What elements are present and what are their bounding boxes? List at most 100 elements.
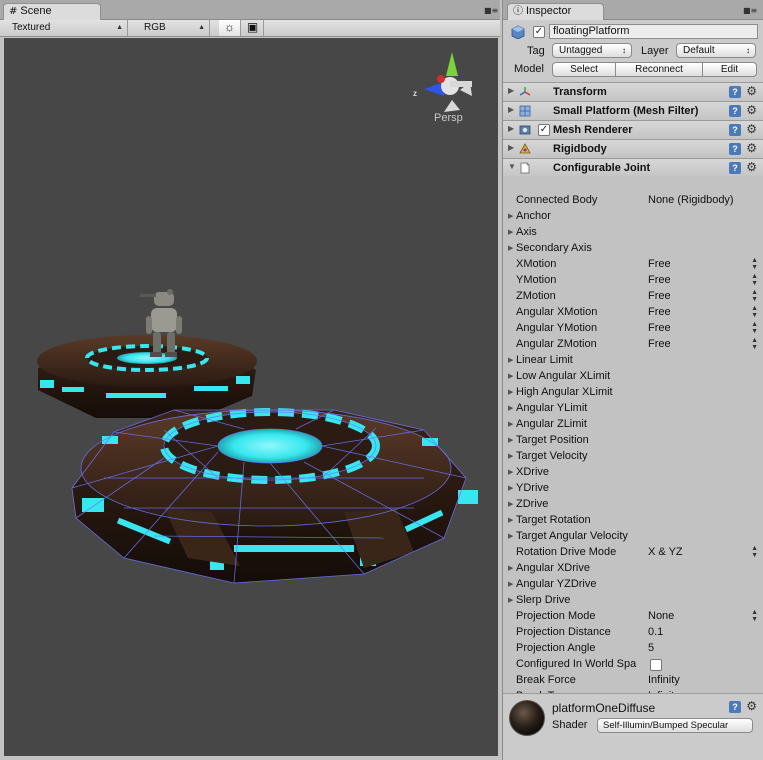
property-label[interactable]: Angular ZLimit — [508, 418, 587, 430]
mesh-renderer-enabled-checkbox[interactable]: ✓ — [538, 124, 550, 136]
help-book-icon[interactable]: ? — [729, 143, 741, 155]
tab-scene[interactable]: # Scene — [3, 3, 101, 20]
gear-icon[interactable]: ⚙ — [746, 160, 757, 174]
property-label[interactable]: Target Velocity — [508, 450, 587, 462]
property-label[interactable]: Secondary Axis — [508, 242, 592, 254]
panel-menu-icon[interactable]: ■≡ — [484, 6, 498, 15]
layer-dropdown[interactable]: Default ↕ — [676, 43, 756, 58]
property-label[interactable]: Target Angular Velocity — [508, 530, 628, 542]
property-label[interactable]: ZDrive — [508, 498, 548, 510]
gear-icon[interactable]: ⚙ — [746, 699, 757, 713]
component-configurable-joint[interactable]: ▼ Configurable Joint ? ⚙ — [503, 158, 763, 177]
property-row[interactable]: Angular ZLimit — [503, 417, 763, 433]
gear-icon[interactable]: ⚙ — [746, 103, 757, 117]
property-label[interactable]: High Angular XLimit — [508, 386, 613, 398]
property-value[interactable]: Free — [648, 306, 671, 318]
component-transform[interactable]: ▶ Transform ? ⚙ — [503, 82, 763, 101]
gear-icon[interactable]: ⚙ — [746, 84, 757, 98]
property-label[interactable]: Axis — [508, 226, 537, 238]
component-mesh-renderer[interactable]: ▶ ✓ Mesh Renderer ? ⚙ — [503, 120, 763, 139]
property-value[interactable]: None (Rigidbody) — [648, 194, 734, 206]
foldout-arrow-icon[interactable]: ▶ — [508, 124, 514, 133]
model-edit-button[interactable]: Edit — [702, 62, 757, 77]
property-label[interactable]: Target Rotation — [508, 514, 591, 526]
property-row[interactable]: Angular XDrive — [503, 561, 763, 577]
gear-icon[interactable]: ⚙ — [746, 141, 757, 155]
updown-arrows-icon[interactable]: ▲ ▼ — [751, 289, 758, 303]
property-row[interactable]: Target Position — [503, 433, 763, 449]
property-value[interactable]: Infinity — [648, 674, 680, 686]
property-value[interactable]: Free — [648, 322, 671, 334]
help-book-icon[interactable]: ? — [729, 701, 741, 713]
game-overlay-toggle[interactable]: ▣ — [242, 20, 264, 36]
property-value[interactable]: X & YZ — [648, 546, 683, 558]
property-row[interactable]: Linear Limit — [503, 353, 763, 369]
property-row[interactable]: Angular YLimit — [503, 401, 763, 417]
property-row[interactable]: Target Velocity — [503, 449, 763, 465]
scene-viewport[interactable]: z Persp — [4, 38, 498, 756]
property-row[interactable]: Angular YZDrive — [503, 577, 763, 593]
property-label[interactable]: Angular YLimit — [508, 402, 587, 414]
object-name-field[interactable]: floatingPlatform — [549, 24, 758, 39]
shader-dropdown[interactable]: Self-Illumin/Bumped Specular — [597, 718, 753, 733]
help-book-icon[interactable]: ? — [729, 124, 741, 136]
model-reconnect-button[interactable]: Reconnect — [615, 62, 703, 77]
property-label[interactable]: Slerp Drive — [508, 594, 570, 606]
model-select-button[interactable]: Select — [552, 62, 616, 77]
property-row[interactable]: YDrive — [503, 481, 763, 497]
tag-dropdown[interactable]: Untagged ↕ — [552, 43, 632, 58]
tab-inspector[interactable]: ⓘ Inspector — [507, 3, 604, 20]
property-label[interactable]: Low Angular XLimit — [508, 370, 610, 382]
property-value[interactable]: None — [648, 610, 674, 622]
property-row[interactable]: Target Rotation — [503, 513, 763, 529]
updown-arrows-icon[interactable]: ▲ ▼ — [751, 273, 758, 287]
axis-gizmo[interactable] — [424, 52, 472, 112]
property-label[interactable]: Angular YZDrive — [508, 578, 596, 590]
property-row[interactable]: XDrive — [503, 465, 763, 481]
gear-icon[interactable]: ⚙ — [746, 122, 757, 136]
updown-arrows-icon[interactable]: ▲ ▼ — [751, 305, 758, 319]
configured-in-world-space-checkbox[interactable] — [650, 659, 662, 671]
property-value[interactable]: 0.1 — [648, 626, 663, 638]
foldout-arrow-icon[interactable]: ▶ — [508, 143, 514, 152]
property-row[interactable]: Slerp Drive — [503, 593, 763, 609]
property-row[interactable]: Low Angular XLimit — [503, 369, 763, 385]
help-book-icon[interactable]: ? — [729, 162, 741, 174]
help-book-icon[interactable]: ? — [729, 105, 741, 117]
property-row[interactable]: ZDrive — [503, 497, 763, 513]
updown-arrows-icon[interactable]: ▲ ▼ — [751, 257, 758, 271]
scene-lighting-toggle[interactable]: ☼ — [219, 20, 241, 36]
property-value[interactable]: Free — [648, 290, 671, 302]
property-row[interactable]: Axis — [503, 225, 763, 241]
small-platform[interactable] — [37, 335, 257, 418]
property-value[interactable]: Free — [648, 274, 671, 286]
render-mode-dropdown[interactable]: Textured ▲ — [6, 20, 128, 36]
large-platform[interactable] — [71, 408, 478, 584]
active-checkbox[interactable]: ✓ — [533, 26, 545, 38]
property-value[interactable]: Free — [648, 338, 671, 350]
property-label[interactable]: XDrive — [508, 466, 549, 478]
property-row[interactable]: Secondary Axis — [503, 241, 763, 257]
property-row[interactable]: High Angular XLimit — [503, 385, 763, 401]
property-row[interactable]: Target Angular Velocity — [503, 529, 763, 545]
property-label[interactable]: Target Position — [508, 434, 589, 446]
panel-menu-icon[interactable]: ■≡ — [743, 6, 757, 15]
component-mesh-filter[interactable]: ▶ Small Platform (Mesh Filter) ? ⚙ — [503, 101, 763, 120]
updown-arrows-icon[interactable]: ▲ ▼ — [751, 337, 758, 351]
help-book-icon[interactable]: ? — [729, 86, 741, 98]
foldout-arrow-icon[interactable]: ▶ — [508, 86, 514, 95]
foldout-arrow-icon[interactable]: ▶ — [508, 105, 514, 114]
updown-arrows-icon[interactable]: ▲ ▼ — [751, 321, 758, 335]
property-label[interactable]: Linear Limit — [508, 354, 573, 366]
property-value[interactable]: 5 — [648, 642, 654, 654]
component-rigidbody[interactable]: ▶ Rigidbody ? ⚙ — [503, 139, 763, 158]
foldout-arrow-expanded-icon[interactable]: ▼ — [508, 162, 516, 171]
property-row[interactable]: Anchor — [503, 209, 763, 225]
updown-arrows-icon[interactable]: ▲ ▼ — [751, 545, 758, 559]
color-mode-dropdown[interactable]: RGB ▲ — [138, 20, 210, 36]
property-label[interactable]: Anchor — [508, 210, 551, 222]
updown-arrows-icon[interactable]: ▲ ▼ — [751, 609, 758, 623]
property-value[interactable]: Free — [648, 258, 671, 270]
property-label[interactable]: Angular XDrive — [508, 562, 590, 574]
property-label[interactable]: YDrive — [508, 482, 549, 494]
